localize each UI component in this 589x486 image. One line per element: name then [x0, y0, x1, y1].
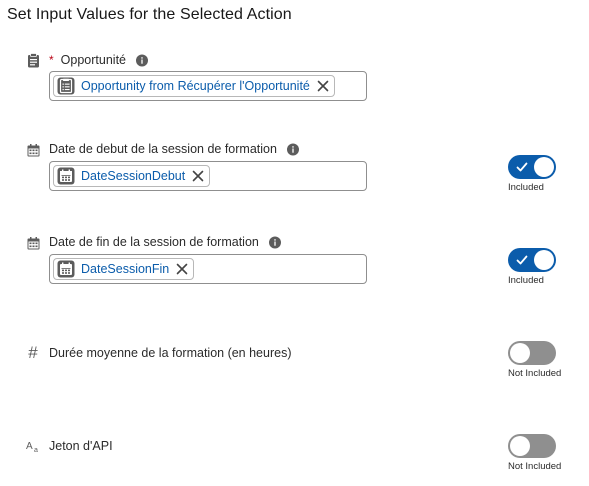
include-toggle[interactable]: [508, 341, 556, 365]
svg-text:a: a: [34, 447, 38, 453]
toggle-status-text: Not Included: [508, 461, 562, 472]
toggle-status-text: Not Included: [508, 368, 562, 379]
svg-text:A: A: [26, 441, 33, 452]
calendar-icon: [57, 260, 75, 278]
check-icon: [516, 255, 528, 265]
calendar-icon: [26, 236, 40, 250]
field-label: Durée moyenne de la formation (en heures…: [49, 346, 292, 360]
toggle-knob: [510, 436, 530, 456]
info-icon[interactable]: [268, 236, 281, 249]
field-label-row: * Opportunité: [49, 53, 148, 67]
close-icon[interactable]: [192, 170, 204, 182]
field-label: Date de debut de la session de formation: [49, 142, 277, 156]
pill-label: Opportunity from Récupérer l'Opportunité: [81, 79, 310, 93]
section-title: Set Input Values for the Selected Action: [7, 6, 292, 23]
text-icon: A a: [26, 439, 42, 453]
field-label: Jeton d'API: [49, 439, 113, 453]
required-indicator: *: [49, 53, 54, 67]
include-toggle-wrap: Included: [508, 155, 588, 193]
calendar-icon: [26, 143, 40, 157]
close-icon[interactable]: [176, 263, 188, 275]
clipboard-icon: [26, 52, 40, 67]
record-icon: [57, 77, 75, 95]
field-label-row: Date de fin de la session de formation: [49, 235, 281, 249]
close-icon[interactable]: [317, 80, 329, 92]
toggle-status-text: Included: [508, 275, 544, 286]
number-icon: #: [28, 343, 38, 362]
field-label: Opportunité: [60, 53, 126, 67]
include-toggle[interactable]: [508, 434, 556, 458]
include-toggle-wrap: Included: [508, 248, 588, 286]
pill-label: DateSessionDebut: [81, 169, 186, 183]
include-toggle-wrap: Not Included: [508, 341, 588, 379]
toggle-status-text: Included: [508, 182, 544, 193]
info-icon[interactable]: [136, 54, 148, 67]
field-label: Date de fin de la session de formation: [49, 235, 259, 249]
include-toggle[interactable]: [508, 155, 556, 179]
field-label-row: Durée moyenne de la formation (en heures…: [49, 346, 292, 360]
value-pill[interactable]: Opportunity from Récupérer l'Opportunité: [53, 75, 335, 97]
include-toggle[interactable]: [508, 248, 556, 272]
field-label-row: Date de debut de la session de formation: [49, 142, 299, 156]
toggle-knob: [534, 250, 554, 270]
value-pill[interactable]: DateSessionFin: [53, 258, 195, 280]
toggle-knob: [534, 157, 554, 177]
field-label-row: Jeton d'API: [49, 439, 113, 453]
toggle-knob: [510, 343, 530, 363]
opportunite-input[interactable]: Opportunity from Récupérer l'Opportunité: [49, 71, 367, 101]
calendar-icon: [57, 167, 75, 185]
date-fin-input[interactable]: DateSessionFin: [49, 254, 367, 284]
info-icon[interactable]: [286, 143, 299, 156]
include-toggle-wrap: Not Included: [508, 434, 588, 472]
date-debut-input[interactable]: DateSessionDebut: [49, 161, 367, 191]
check-icon: [516, 162, 528, 172]
pill-label: DateSessionFin: [81, 262, 170, 276]
value-pill[interactable]: DateSessionDebut: [53, 165, 211, 187]
